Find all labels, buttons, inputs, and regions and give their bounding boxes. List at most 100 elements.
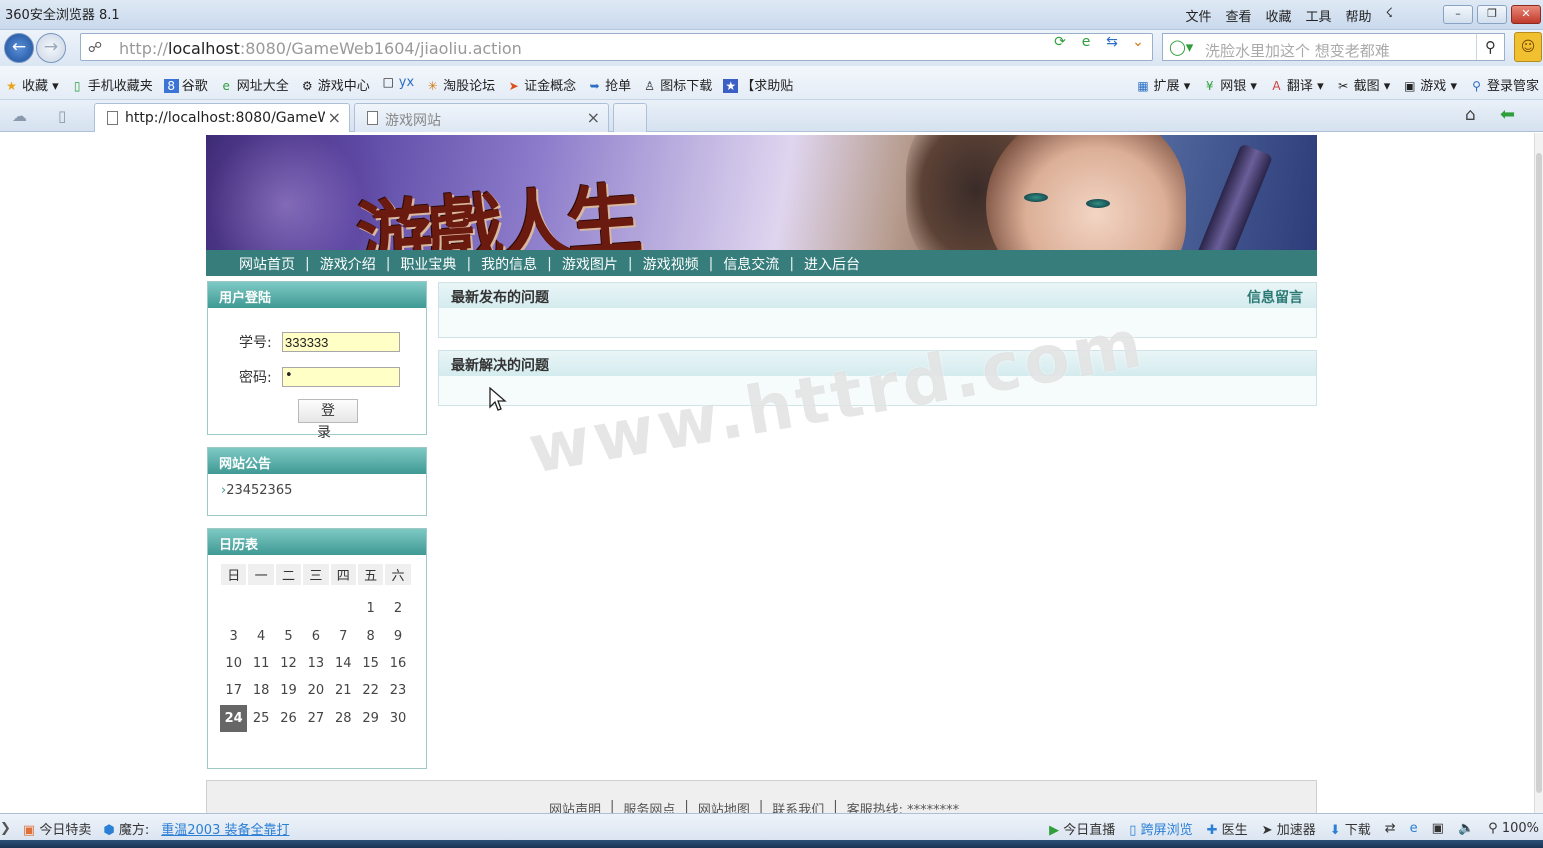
cross-screen-browse[interactable]: ▯ 跨屏浏览: [1129, 819, 1192, 838]
search-input[interactable]: 洗脸水里加这个 想变老都难: [1205, 40, 1390, 61]
calendar-day[interactable]: 14: [330, 650, 357, 677]
calendar-day[interactable]: 15: [357, 650, 384, 677]
calendar-day[interactable]: 17: [220, 677, 247, 704]
doctor-tool[interactable]: ✚ 医生: [1207, 819, 1248, 838]
fav-google[interactable]: 8 谷歌: [163, 75, 208, 94]
notice-item[interactable]: ›23452365: [221, 483, 292, 498]
footer-service-points[interactable]: 服务网点: [623, 799, 675, 813]
fav-url-directory[interactable]: e 网址大全: [219, 75, 289, 94]
undo-icon[interactable]: ⬅: [1500, 104, 1515, 125]
fav-game-center[interactable]: ⚙ 游戏中心: [300, 75, 370, 94]
fav-icon-download[interactable]: ♙ 图标下载: [642, 75, 712, 94]
ebank-menu[interactable]: ¥ 网银 ▾: [1202, 75, 1257, 94]
games-menu[interactable]: ▣ 游戏 ▾: [1402, 75, 1457, 94]
calendar-day[interactable]: 8: [357, 622, 384, 649]
fav-help-post[interactable]: ★ 【求助贴: [723, 75, 793, 94]
calendar-day[interactable]: 13: [302, 650, 329, 677]
sync-icon[interactable]: ⇄: [1385, 821, 1396, 836]
menu-help[interactable]: 帮助: [1346, 6, 1372, 25]
close-tab-icon[interactable]: ×: [324, 108, 341, 127]
calendar-day[interactable]: 3: [220, 622, 247, 649]
footer-statement[interactable]: 网站声明: [549, 799, 601, 813]
download-tool[interactable]: ⬇ 下载: [1330, 819, 1371, 838]
calendar-day[interactable]: 30: [384, 705, 411, 732]
back-button[interactable]: ←: [4, 33, 34, 63]
calendar-day[interactable]: 9: [384, 622, 411, 649]
calendar-day[interactable]: 19: [275, 677, 302, 704]
dropdown-icon[interactable]: ⌄: [1128, 34, 1148, 50]
switch-icon[interactable]: ⇆: [1102, 34, 1122, 50]
address-bar[interactable]: ☍ http://localhost:8080/GameWeb1604/jiao…: [80, 33, 1153, 61]
calendar-day[interactable]: 27: [302, 705, 329, 732]
extensions-menu[interactable]: ▦ 扩展 ▾: [1136, 75, 1190, 94]
tab-localhost[interactable]: http://localhost:8080/GameW ×: [94, 103, 350, 132]
calendar-day[interactable]: 23: [384, 677, 411, 704]
nav-admin[interactable]: 进入后台: [804, 254, 860, 274]
refresh-icon[interactable]: ⟳: [1050, 34, 1070, 50]
calendar-day[interactable]: 18: [247, 677, 274, 704]
login-button[interactable]: 登 录: [298, 399, 358, 441]
calendar-day[interactable]: 12: [275, 650, 302, 677]
fav-grab-order[interactable]: ➥ 抢单: [587, 75, 632, 94]
speaker-icon[interactable]: 🔈: [1458, 821, 1474, 836]
tab-game-site[interactable]: 游戏网站 ×: [354, 103, 609, 132]
restore-button[interactable]: ❐: [1477, 5, 1507, 24]
avatar[interactable]: ☺: [1514, 32, 1542, 62]
calendar-day[interactable]: 25: [247, 705, 274, 732]
calendar-day[interactable]: 29: [357, 705, 384, 732]
sidebar-toggle-icon[interactable]: ❯: [0, 821, 11, 836]
search-engine-icon[interactable]: ◯▾: [1169, 38, 1193, 56]
nav-home[interactable]: 网站首页: [239, 254, 295, 274]
screenshot-menu[interactable]: ✂ 截图 ▾: [1336, 75, 1390, 94]
calendar-day[interactable]: 16: [384, 650, 411, 677]
search-icon[interactable]: ⚲: [1476, 34, 1504, 60]
minimize-button[interactable]: –: [1443, 5, 1473, 24]
zoom-control[interactable]: ⚲ 100%: [1488, 821, 1539, 836]
menu-view[interactable]: 查看: [1225, 6, 1251, 25]
footer-sitemap[interactable]: 网站地图: [698, 799, 750, 813]
menu-favorites[interactable]: 收藏: [1266, 6, 1292, 25]
fav-yx[interactable]: □ yx: [381, 75, 415, 94]
calendar-day[interactable]: 20: [302, 677, 329, 704]
home-icon[interactable]: ⌂: [1465, 105, 1476, 125]
magic-cube[interactable]: ⬢ 魔方:: [103, 819, 149, 838]
daily-deals[interactable]: ▣ 今日特卖: [23, 819, 91, 838]
footer-contact[interactable]: 联系我们: [772, 799, 824, 813]
live-today[interactable]: ▶ 今日直播: [1049, 819, 1115, 838]
student-id-input[interactable]: [282, 332, 400, 352]
calendar-day[interactable]: 6: [302, 622, 329, 649]
address-url[interactable]: http://localhost:8080/GameWeb1604/jiaoli…: [119, 39, 522, 58]
leave-message-link[interactable]: 信息留言: [1247, 287, 1303, 307]
menu-file[interactable]: 文件: [1185, 6, 1211, 25]
close-tab-icon[interactable]: ×: [587, 108, 600, 127]
fav-mobile[interactable]: ▯ 手机收藏夹: [70, 75, 153, 94]
sidebar-icon[interactable]: ▯: [58, 107, 66, 125]
ad-link[interactable]: 重温2003 装备全靠打: [161, 819, 289, 838]
vertical-scrollbar[interactable]: [1534, 133, 1543, 813]
close-window-button[interactable]: ✕: [1511, 5, 1541, 24]
compat-mode-icon[interactable]: e: [1076, 34, 1096, 50]
translate-menu[interactable]: A 翻译 ▾: [1269, 75, 1323, 94]
calendar-day[interactable]: 28: [330, 705, 357, 732]
forward-button[interactable]: →: [36, 33, 66, 63]
nav-game-videos[interactable]: 游戏视频: [643, 254, 699, 274]
calendar-day[interactable]: 22: [357, 677, 384, 704]
calendar-day[interactable]: 4: [247, 622, 274, 649]
skin-icon[interactable]: ☇: [1386, 6, 1393, 25]
calendar-day[interactable]: 11: [247, 650, 274, 677]
window-icon[interactable]: ▣: [1432, 821, 1444, 836]
fav-finance[interactable]: ➤ 证金概念: [506, 75, 577, 94]
menu-tools[interactable]: 工具: [1306, 6, 1332, 25]
new-tab-button[interactable]: [613, 103, 647, 132]
search-box[interactable]: ◯▾ 洗脸水里加这个 想变老都难 ⚲: [1162, 33, 1505, 61]
cloud-icon[interactable]: ☁: [12, 107, 27, 125]
calendar-today[interactable]: 24: [220, 704, 248, 732]
accelerator-tool[interactable]: ➤ 加速器: [1262, 819, 1316, 838]
calendar-day[interactable]: 10: [220, 650, 247, 677]
nav-game-intro[interactable]: 游戏介绍: [320, 254, 376, 274]
nav-my-info[interactable]: 我的信息: [481, 254, 537, 274]
calendar-day[interactable]: 21: [330, 677, 357, 704]
calendar-day[interactable]: 26: [275, 705, 302, 732]
nav-career-guide[interactable]: 职业宝典: [400, 254, 456, 274]
fav-stock-forum[interactable]: ✳ 淘股论坛: [425, 75, 496, 94]
